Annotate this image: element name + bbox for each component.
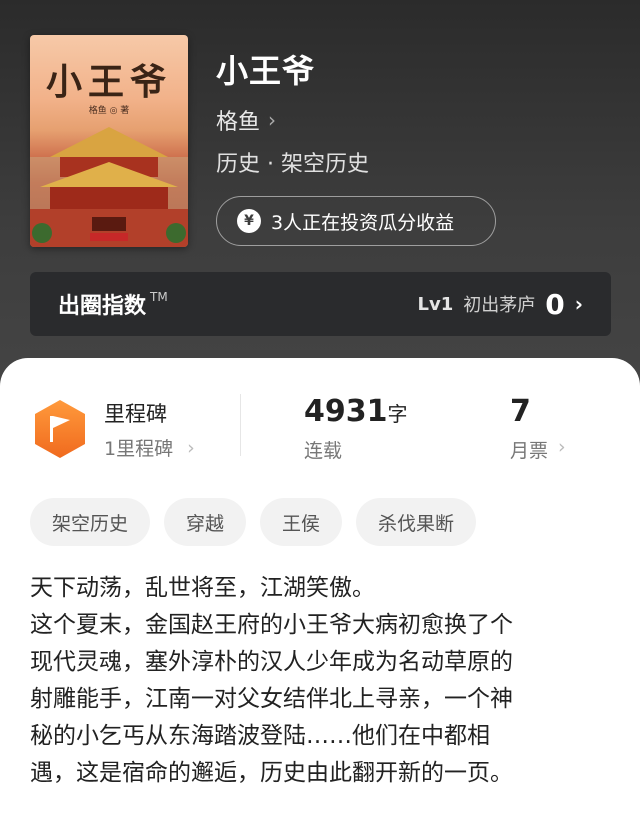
chevron-right-icon: › [574, 292, 583, 316]
cover-title: 小王爷 [45, 61, 172, 103]
level-badge: Lv1 [417, 293, 454, 315]
milestone-count: 1里程碑 [104, 438, 174, 460]
word-count-number: 4931 [304, 394, 388, 429]
word-unit: 字 [387, 402, 408, 426]
book-genre: 历史 · 架空历史 [216, 152, 369, 177]
tag-chip[interactable]: 杀伐果断 [356, 498, 477, 546]
description-line: 这个夏末，金国赵王府的小王爷大病初愈换了个 [30, 612, 513, 638]
yen-circle-icon: ¥ [237, 209, 261, 233]
milestone-label: 里程碑 [104, 402, 167, 426]
index-title: 出圈指数 TM [58, 288, 168, 320]
trademark-mark: TM [150, 290, 168, 304]
monthly-ticket-link[interactable]: 月票 › [510, 436, 566, 463]
description-line: 遇，这是宿命的邂逅，历史由此翻开新的一页。 [30, 760, 513, 786]
monthly-ticket-label: 月票 [510, 440, 549, 462]
monthly-ticket-count: 7 [510, 394, 531, 429]
divider [240, 394, 241, 456]
index-title-text: 出圈指数 [58, 294, 147, 319]
palace-illustration [30, 127, 188, 247]
tag-chip[interactable]: 穿越 [164, 498, 247, 546]
cover-author: 格鱼 ◎ 著 [88, 106, 130, 116]
chevron-right-icon: › [558, 436, 566, 458]
tag-chip[interactable]: 王侯 [260, 498, 343, 546]
word-count: 4931字 [304, 394, 408, 429]
popularity-index-bar[interactable]: 出圈指数 TM Lv1 初出茅庐 0 › [30, 272, 611, 336]
milestone-link[interactable]: 1里程碑 › [104, 434, 195, 461]
book-title: 小王爷 [216, 52, 316, 90]
chevron-right-icon: › [187, 436, 195, 459]
author-name: 格鱼 [216, 110, 261, 135]
index-level: Lv1 初出茅庐 0 › [418, 288, 583, 321]
chevron-right-icon: › [268, 108, 277, 132]
invest-label: 3人正在投资瓜分收益 [271, 211, 455, 234]
book-header: 小王爷 格鱼 ◎ 著 小王爷 格鱼 › 历史 · 架空历史 ¥ 3人正在投资瓜分… [0, 0, 640, 400]
book-detail-sheet: 里程碑 1里程碑 › 4931字 连载 7 月票 › 架空历史 穿越 王侯 杀伐… [0, 358, 640, 823]
index-value: 0 [545, 287, 565, 321]
tag-list: 架空历史 穿越 王侯 杀伐果断 [30, 498, 477, 546]
author-link[interactable]: 格鱼 › [216, 104, 276, 136]
description-line: 秘的小乞丐从东海踏波登陆……他们在中都相 [30, 723, 490, 749]
level-name: 初出茅庐 [463, 295, 536, 316]
invest-button[interactable]: ¥ 3人正在投资瓜分收益 [216, 196, 496, 246]
book-description[interactable]: 天下动荡，乱世将至，江湖笑傲。 这个夏末，金国赵王府的小王爷大病初愈换了个 现代… [30, 570, 615, 792]
description-line: 天下动荡，乱世将至，江湖笑傲。 [30, 575, 375, 601]
flag-hexagon-icon[interactable] [32, 398, 88, 460]
book-cover[interactable]: 小王爷 格鱼 ◎ 著 [30, 35, 188, 247]
description-line: 现代灵魂，塞外淳朴的汉人少年成为名动草原的 [30, 649, 513, 675]
description-line: 射雕能手，江南一对父女结伴北上寻亲，一个神 [30, 686, 513, 712]
tag-chip[interactable]: 架空历史 [30, 498, 151, 546]
serial-status: 连载 [304, 440, 343, 462]
